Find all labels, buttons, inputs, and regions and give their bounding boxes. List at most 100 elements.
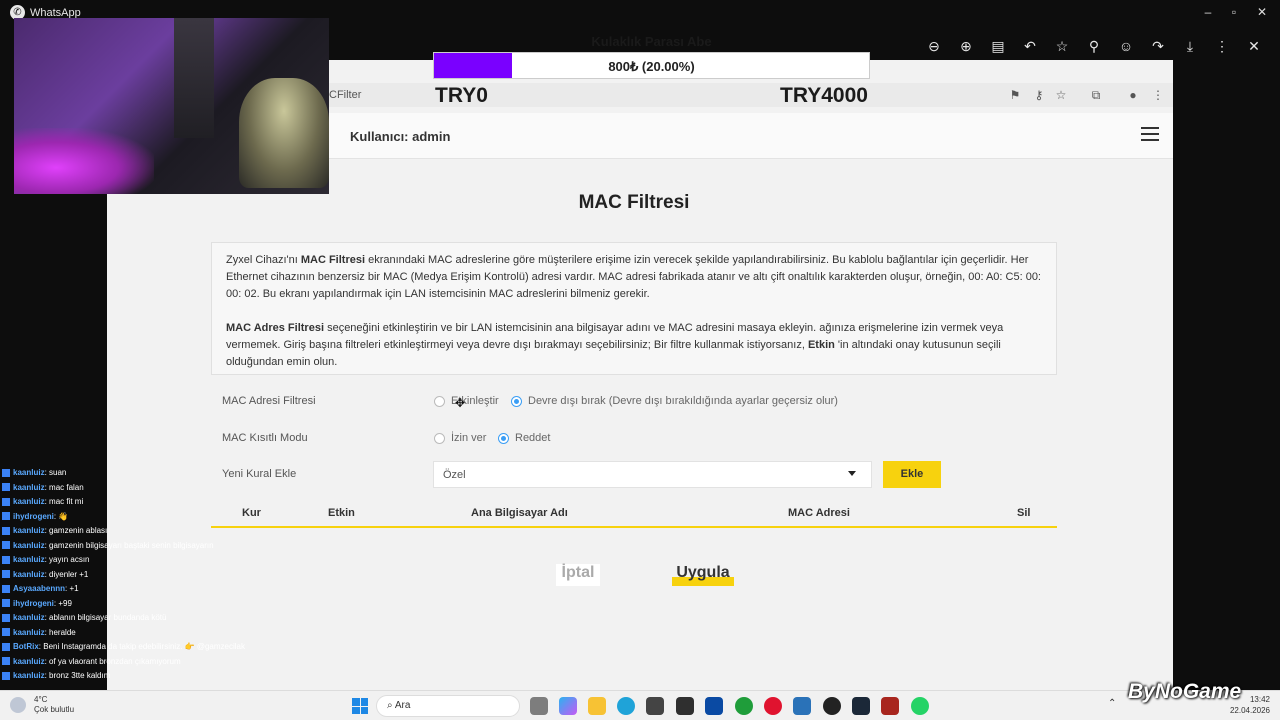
chat-text: : Beni Instagramda da takip edebilirsini… [38,642,245,651]
rule-table-header: Kur Etkin Ana Bilgisayar Adı MAC Adresi … [211,504,1057,528]
chat-message: ihydrogeni: +99 [2,597,302,612]
add-rule-button[interactable]: Ekle [883,461,941,488]
chat-text: : heralde [44,627,76,637]
windows-taskbar: 4°C Çok bulutlu ⌕ Ara ⌃ 13:42 22.04.2026 [0,690,1280,720]
chat-username: Asyaaabennn [13,584,66,593]
chat-username: kaanluiz [13,468,45,477]
goal-max: TRY4000 [780,84,868,107]
chat-text: : ablanın bilgisayar bundanda kötü [44,613,167,622]
chat-username: kaanluiz [13,569,45,579]
chat-username: kaanluiz [13,613,45,622]
rule-type-select[interactable]: Özel [433,461,872,488]
th-delete: Sil [1017,507,1031,519]
chat-badge-icon [2,512,10,521]
router-header: Kullanıcı: admin [329,113,1173,159]
chat-message: kaanluiz: ablanın bilgisayar bundanda kö… [2,611,302,626]
key-icon[interactable]: ⚷ [1031,87,1047,103]
extensions-icon[interactable]: ⧉ [1088,87,1104,103]
pin-icon[interactable]: ⚲ [1082,32,1106,60]
maximize-icon[interactable]: ▫ [1224,4,1244,20]
emoji-icon[interactable]: ☺ [1114,32,1138,60]
chat-message: kaanluiz: gamzenin bilgisayarı baştaki s… [2,539,302,554]
task-view-icon[interactable] [530,697,548,715]
translate-icon[interactable]: ⚑ [1007,87,1023,103]
edge-icon[interactable] [617,697,635,715]
reply-icon[interactable]: ↶ [1018,32,1042,60]
chat-badge-icon [2,584,10,593]
chat-username: kaanluiz [13,656,45,666]
info-box: Zyxel Cihazı'nı MAC Filtresi ekranındaki… [211,242,1057,375]
chat-username: kaanluiz [13,526,45,535]
chat-username: ihydrogeni [13,598,54,608]
chat-text: : of ya vlaorant bronzdan çıkamıyorum [44,656,181,666]
webcam-overlay [14,18,329,194]
mode-deny-label[interactable]: Reddet [515,432,550,444]
chat-badge-icon [2,570,10,579]
mac-mode-label: MAC Kısıtlı Modu [222,432,308,444]
chat-username: kaanluiz [13,627,45,637]
more-icon[interactable]: ⋮ [1210,32,1234,60]
valorant-icon[interactable] [881,697,899,715]
hamburger-menu-icon[interactable] [1141,127,1159,143]
chat-text: : mac fit mi [44,497,84,506]
taskbar-search[interactable]: ⌕ Ara [376,695,520,717]
chat-badge-icon [2,483,10,492]
media-icon[interactable] [793,697,811,715]
file-explorer-icon[interactable] [588,697,606,715]
mode-deny-radio[interactable] [498,433,509,444]
whatsapp-taskbar-icon[interactable] [911,697,929,715]
chat-text: : diyenler +1 [44,569,89,579]
chat-message: kaanluiz: bronz 3tte kaldım [2,669,302,684]
zoom-out-icon[interactable]: ⊖ [922,32,946,60]
chat-message: Asyaaabennn: +1 [2,582,302,597]
star-icon[interactable]: ☆ [1050,32,1074,60]
apply-button[interactable]: Uygula [672,564,734,586]
url-text: CFilter [329,89,362,101]
chat-message: kaanluiz: of ya vlaorant bronzdan çıkamı… [2,655,302,670]
mac-filter-label: MAC Adresi Filtresi [222,395,316,407]
copilot-icon[interactable] [559,697,577,715]
close-viewer-icon[interactable]: ✕ [1242,32,1266,60]
tray-chevron-icon[interactable]: ⌃ [1108,698,1116,709]
filter-disable-label[interactable]: Devre dışı bırak (Devre dışı bırakıldığı… [528,395,838,407]
forward-icon[interactable]: ↷ [1146,32,1170,60]
app-icon[interactable] [676,697,694,715]
obs-icon[interactable] [823,697,841,715]
donation-progress-bar: 800₺ (20.00%) [433,52,870,79]
start-button-icon[interactable] [352,698,368,714]
store-icon[interactable] [646,697,664,715]
editor-icon[interactable] [705,697,723,715]
steam-icon[interactable] [852,697,870,715]
chat-text: : mac falan [44,482,84,492]
chat-message: BotRix: Beni Instagramda da takip edebil… [2,640,302,655]
chat-username: kaanluiz [13,671,45,680]
mode-allow-radio[interactable] [434,433,445,444]
chat-badge-icon [2,642,10,651]
chat-badge-icon [2,671,10,680]
chat-badge-icon [2,599,10,608]
chat-badge-icon [2,657,10,666]
minimize-icon[interactable]: – [1198,4,1218,20]
filter-disable-radio[interactable] [511,396,522,407]
browser-menu-icon[interactable]: ⋮ [1150,87,1166,103]
chat-badge-icon [2,497,10,506]
caption-icon[interactable]: ▤ [986,32,1010,60]
chat-message: kaanluiz: gamzenin ablası [2,524,302,539]
chat-text: : suan [44,468,67,477]
opera-icon[interactable] [764,697,782,715]
chat-username: ihydrogeni [13,511,54,521]
media-viewer-toolbar: ⊖ ⊕ ▤ ↶ ☆ ⚲ ☺ ↷ ⤓ ⋮ ✕ [870,32,1280,60]
profile-icon[interactable]: ● [1125,87,1141,103]
weather-desc: Çok bulutlu [34,705,75,714]
download-icon[interactable]: ⤓ [1178,32,1202,60]
chat-badge-icon [2,468,10,477]
cancel-button[interactable]: İptal [556,564,600,586]
zoom-in-icon[interactable]: ⊕ [954,32,978,60]
xbox-icon[interactable] [735,697,753,715]
filter-enable-radio[interactable] [434,396,445,407]
bookmark-star-icon[interactable]: ☆ [1053,87,1069,103]
close-window-icon[interactable]: ✕ [1252,4,1272,20]
user-label: Kullanıcı: admin [350,129,451,144]
chat-text: : gamzenin ablası [44,526,108,535]
mode-allow-label[interactable]: İzin ver [451,432,486,444]
